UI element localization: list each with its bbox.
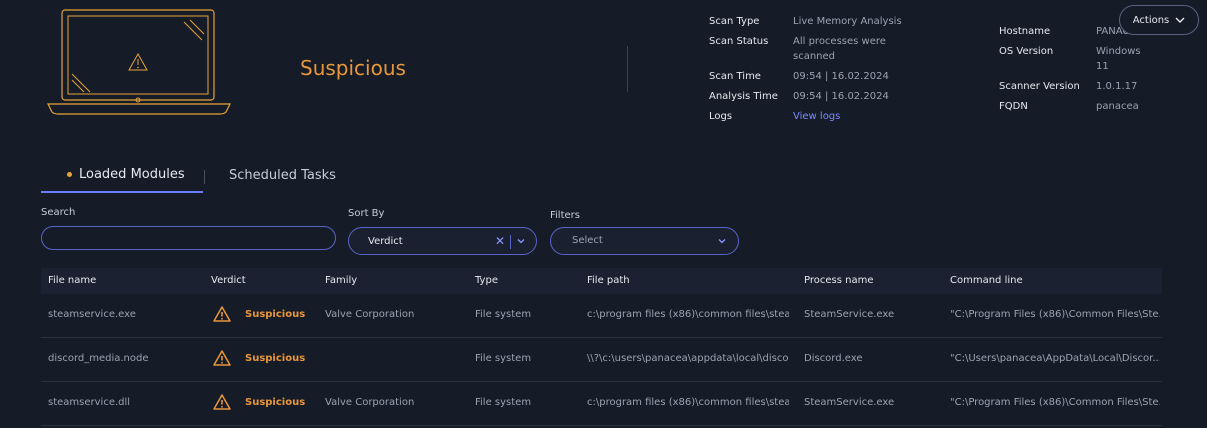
table-row[interactable]: discord_media.node Suspicious File syste… (41, 338, 1162, 382)
type-cell: File system (475, 397, 532, 408)
table-header: File name Verdict Family Type File path … (41, 268, 1162, 294)
sort-by-label: Sort By (348, 208, 385, 219)
sort-by-select[interactable]: Verdict ✕ (348, 227, 537, 255)
filters-select[interactable]: Select (550, 227, 739, 255)
tab-separator (204, 170, 205, 184)
verdict-cell: Suspicious (213, 350, 305, 366)
actions-label: Actions (1132, 14, 1170, 26)
scanner-version-label: Scanner Version (999, 81, 1080, 92)
type-cell: File system (475, 353, 532, 364)
column-header-family[interactable]: Family (325, 275, 357, 286)
filters-placeholder: Select (572, 235, 603, 246)
file-name-cell: steamservice.dll (48, 397, 131, 408)
verdict-text: Suspicious (245, 308, 306, 320)
process-name-cell: Discord.exe (804, 353, 863, 364)
column-header-process-name[interactable]: Process name (804, 275, 873, 286)
column-header-file-name[interactable]: File name (48, 275, 96, 286)
verdict-cell: Suspicious (213, 394, 305, 410)
verdict-title: Suspicious (300, 56, 406, 80)
column-header-type[interactable]: Type (475, 275, 498, 286)
scan-status-label: Scan Status (709, 36, 769, 47)
chevron-down-icon (1175, 17, 1185, 23)
scan-type-value: Live Memory Analysis (793, 16, 902, 27)
command-line-cell: "C:\Program Files (x86)\Common Files\Ste… (950, 397, 1160, 408)
family-cell: Valve Corporation (325, 397, 415, 408)
clear-icon[interactable]: ✕ (495, 234, 505, 248)
fqdn-value: panacea (1096, 101, 1139, 112)
fqdn-label: FQDN (999, 101, 1028, 112)
hostname-label: Hostname (999, 26, 1051, 37)
command-line-cell: "C:\Program Files (x86)\Common Files\Ste… (950, 309, 1160, 320)
scan-time-value: 09:54 | 16.02.2024 (793, 71, 889, 82)
column-header-file-path[interactable]: File path (587, 275, 630, 286)
verdict-cell: Suspicious (213, 306, 305, 322)
verdict-text: Suspicious (245, 396, 306, 408)
file-name-cell: discord_media.node (48, 353, 149, 364)
command-line-cell: "C:\Users\panacea\AppData\Local\Discor..… (950, 353, 1160, 364)
scanner-version-value: 1.0.1.17 (1096, 81, 1138, 92)
tab-scheduled-tasks-label: Scheduled Tasks (229, 168, 336, 183)
tab-bar: Loaded Modules Scheduled Tasks (41, 158, 441, 193)
type-cell: File system (475, 309, 532, 320)
family-cell: Valve Corporation (325, 309, 415, 320)
scan-header: Suspicious Scan Type Live Memory Analysi… (0, 0, 1207, 148)
warning-icon (213, 350, 231, 366)
os-version-label: OS Version (999, 46, 1054, 57)
select-separator (510, 235, 511, 249)
sort-by-value: Verdict (368, 235, 403, 247)
file-path-cell: c:\program files (x86)\common files\stea… (587, 309, 789, 320)
file-name-cell: steamservice.exe (48, 309, 136, 320)
actions-button[interactable]: Actions (1119, 5, 1199, 35)
process-name-cell: SteamService.exe (804, 397, 895, 408)
header-divider (627, 46, 628, 92)
table-row[interactable]: steamservice.dll Suspicious Valve Corpor… (41, 382, 1162, 426)
tab-scheduled-tasks[interactable]: Scheduled Tasks (229, 158, 336, 193)
tab-loaded-modules-label: Loaded Modules (79, 167, 185, 182)
search-label: Search (41, 207, 76, 218)
table-row[interactable]: steamservice.exe Suspicious Valve Corpor… (41, 294, 1162, 338)
column-header-verdict[interactable]: Verdict (211, 275, 246, 286)
process-name-cell: SteamService.exe (804, 309, 895, 320)
view-logs-link[interactable]: View logs (793, 109, 893, 124)
analysis-time-value: 09:54 | 16.02.2024 (793, 91, 889, 102)
analysis-time-label: Analysis Time (709, 91, 778, 102)
active-dot-icon (67, 172, 72, 177)
scan-time-label: Scan Time (709, 71, 761, 82)
warning-icon (213, 394, 231, 410)
os-version-value: Windows 11 (1096, 46, 1141, 72)
tab-loaded-modules[interactable]: Loaded Modules (41, 158, 203, 193)
verdict-text: Suspicious (245, 352, 306, 364)
filters-label: Filters (550, 210, 580, 221)
logs-label: Logs (709, 111, 733, 122)
laptop-warning-icon (47, 9, 231, 115)
scan-type-label: Scan Type (709, 16, 760, 27)
warning-icon (213, 306, 231, 322)
chevron-down-icon (718, 239, 726, 244)
chevron-down-icon[interactable] (516, 236, 526, 246)
scan-status-value: All processes were scanned (793, 36, 886, 62)
file-path-cell: \\?\c:\users\panacea\appdata\local\disco… (587, 353, 789, 364)
search-input[interactable] (41, 226, 336, 250)
modules-table: File name Verdict Family Type File path … (41, 268, 1162, 426)
column-header-command-line[interactable]: Command line (950, 275, 1023, 286)
file-path-cell: c:\program files (x86)\common files\stea… (587, 397, 789, 408)
